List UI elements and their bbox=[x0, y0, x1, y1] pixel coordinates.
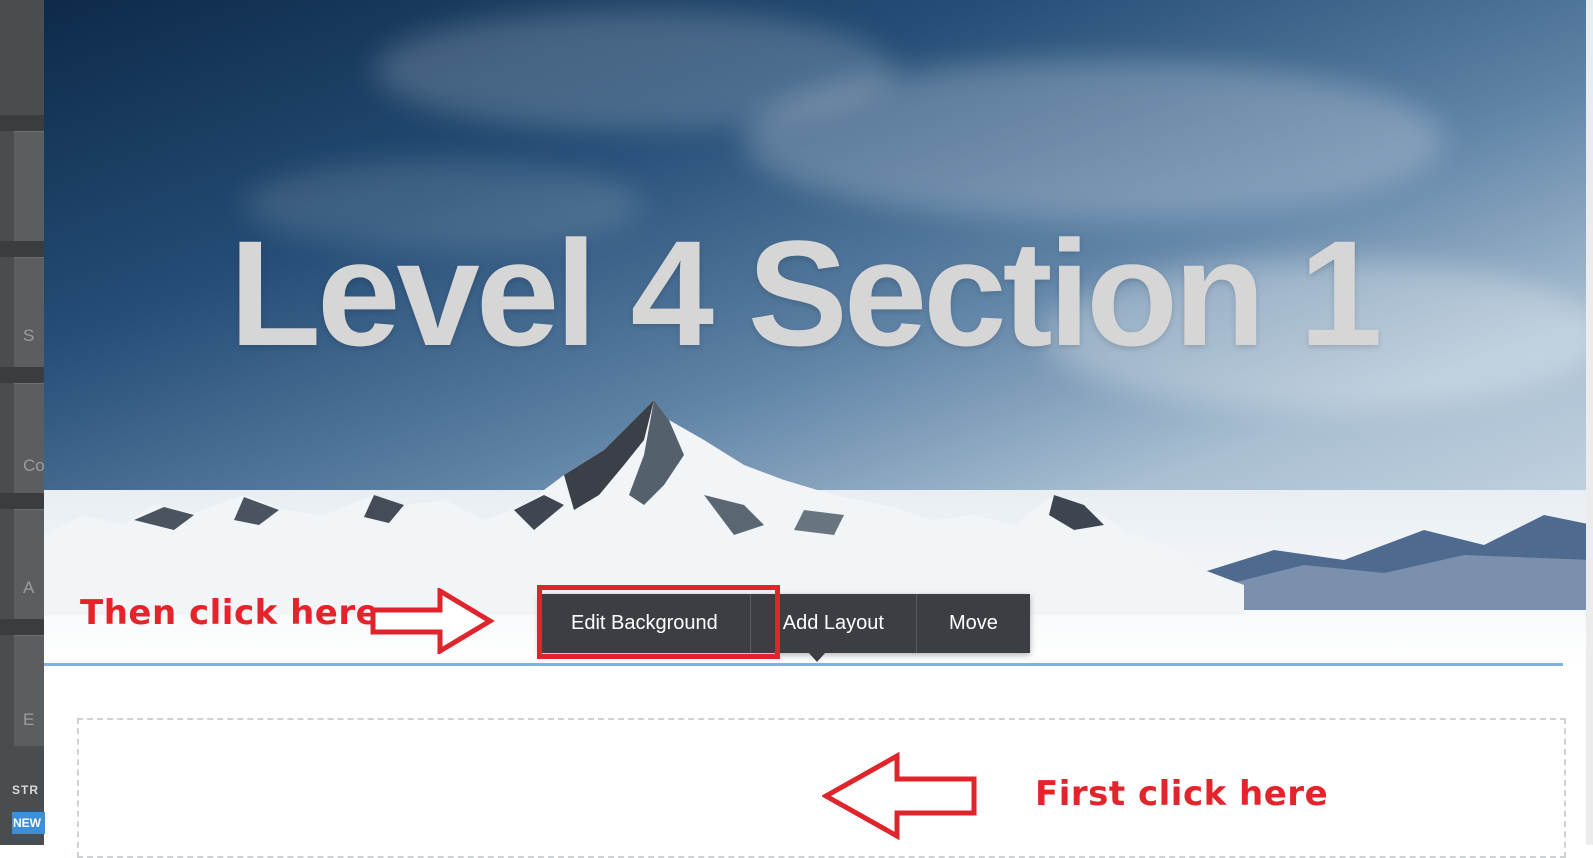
annotation-then-click: Then click here bbox=[80, 593, 380, 633]
new-badge[interactable]: NEW bbox=[12, 812, 45, 834]
sidebar-divider bbox=[0, 619, 44, 635]
mountain-range-image bbox=[44, 400, 1593, 615]
sidebar-divider bbox=[0, 493, 44, 509]
section-selection-line bbox=[44, 663, 1563, 666]
scrollbar[interactable] bbox=[1586, 0, 1593, 845]
highlight-box bbox=[537, 585, 780, 659]
move-button[interactable]: Move bbox=[917, 594, 1030, 653]
hero-title[interactable]: Level 4 Section 1 bbox=[44, 218, 1564, 368]
sidebar-panel[interactable] bbox=[14, 131, 44, 242]
editor-sidebar: S Co A E STR NEW bbox=[0, 0, 45, 845]
sidebar-divider bbox=[0, 115, 44, 131]
sidebar-section-label: STR bbox=[12, 783, 39, 797]
right-arrow-icon bbox=[370, 588, 495, 654]
sidebar-panel-label: Co bbox=[23, 456, 45, 475]
left-arrow-icon bbox=[822, 752, 977, 840]
sidebar-panel[interactable]: Co bbox=[14, 383, 45, 494]
annotation-first-click: First click here bbox=[1035, 774, 1329, 814]
sidebar-panel[interactable]: E bbox=[14, 635, 44, 746]
hero-section[interactable]: Level 4 Section 1 bbox=[44, 0, 1593, 665]
cloud-shape bbox=[744, 60, 1444, 220]
sidebar-panel-label: A bbox=[23, 578, 35, 597]
sidebar-panel-label: E bbox=[23, 710, 35, 729]
sidebar-panel-label: S bbox=[23, 326, 35, 345]
sidebar-divider bbox=[0, 367, 44, 383]
sidebar-panel[interactable]: S bbox=[14, 257, 44, 368]
sidebar-panel[interactable]: A bbox=[14, 509, 44, 620]
sidebar-divider bbox=[0, 241, 44, 257]
toolbar-pointer bbox=[808, 652, 826, 662]
